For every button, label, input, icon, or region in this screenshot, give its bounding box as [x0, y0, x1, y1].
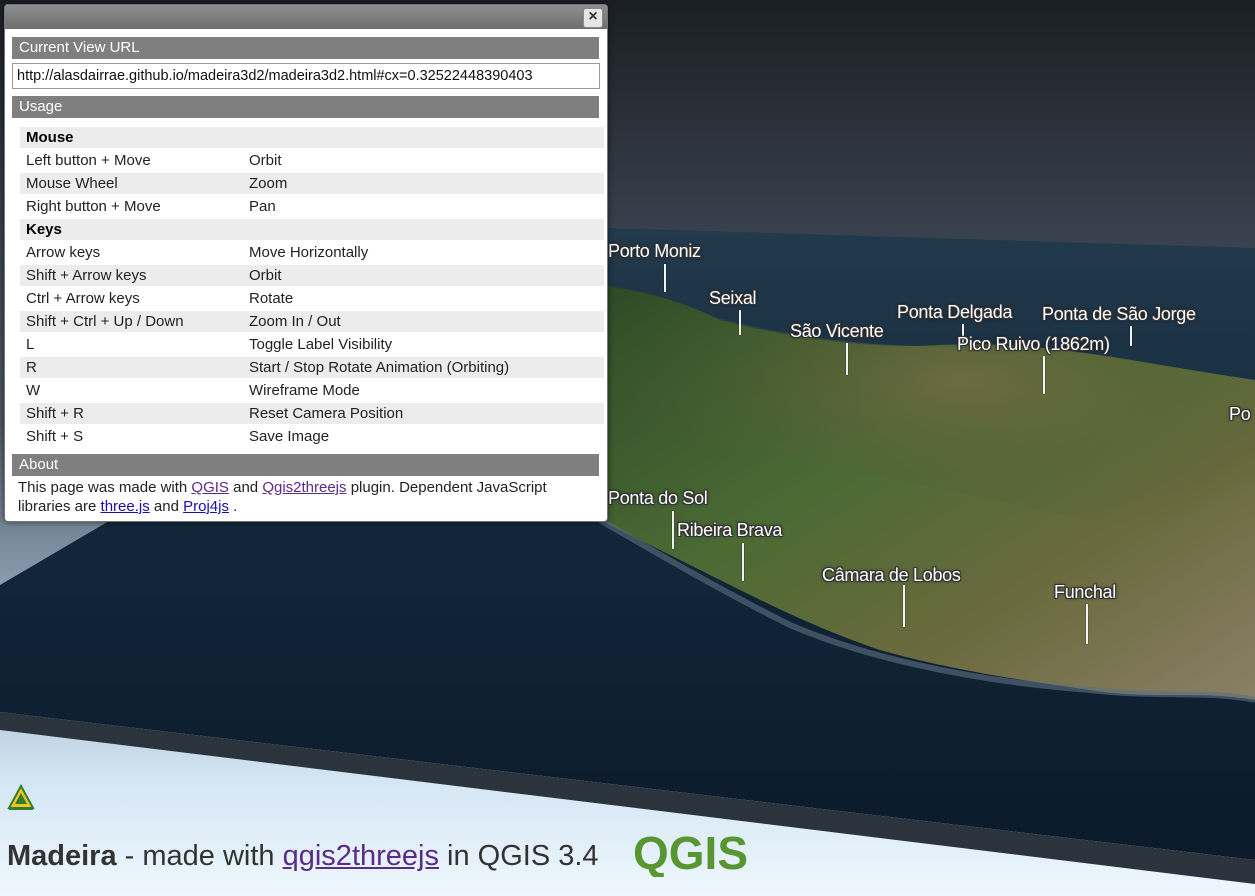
usage-row: Left button + Move Orbit [20, 150, 604, 171]
map-label-camara-de-lobos: Câmara de Lobos [822, 565, 961, 585]
usage-action [243, 127, 604, 148]
usage-action: Zoom In / Out [243, 311, 604, 332]
usage-row: Right button + Move Pan [20, 196, 604, 217]
qgis2threejs-icon[interactable] [7, 784, 35, 812]
map-label-funchal: Funchal [1054, 582, 1116, 602]
qgis-logo-text: QGIS [633, 829, 748, 877]
page-title: Madeira [7, 840, 117, 872]
usage-action: Start / Stop Rotate Animation (Orbiting) [243, 357, 604, 378]
usage-row: Shift + Ctrl + Up / Down Zoom In / Out [20, 311, 604, 332]
usage-row: R Start / Stop Rotate Animation (Orbiting… [20, 357, 604, 378]
map-label-sao-vicente: São Vicente [790, 321, 884, 341]
usage-row: Shift + R Reset Camera Position [20, 403, 604, 424]
label-leader-pico-ruivo [1043, 356, 1045, 394]
usage-control: R [20, 357, 243, 378]
about-text-part: and [228, 479, 263, 496]
usage-control: W [20, 380, 243, 401]
footer-caption: Madeira - made with qgis2threejs in QGIS… [7, 840, 599, 873]
map-label-ponta-delgada: Ponta Delgada [897, 302, 1013, 322]
usage-row: Shift + Arrow keys Orbit [20, 265, 604, 286]
map-label-porto-moniz: Porto Moniz [608, 241, 701, 261]
about-text-part: . [228, 498, 238, 515]
map-label-pico-ruivo: Pico Ruivo (1862m) [957, 334, 1110, 354]
usage-group-header: Keys [20, 219, 604, 240]
map-label-seixal: Seixal [709, 288, 757, 308]
usage-control: Shift + R [20, 403, 243, 424]
usage-control: Right button + Move [20, 196, 243, 217]
qgis2threejs-link[interactable]: Qgis2threejs [262, 479, 346, 496]
current-view-url-field[interactable] [12, 63, 600, 89]
usage-action: Move Horizontally [243, 242, 604, 263]
label-leader-sao-vicente [846, 343, 848, 375]
label-leader-camara-de-lobos [903, 585, 905, 627]
info-popup: × Current View URL Usage MouseLeft butto… [4, 4, 608, 522]
proj4js-link[interactable]: Proj4js [183, 498, 229, 515]
qgis-logo[interactable]: QGIS [633, 829, 758, 877]
qgis2threejs-footer-link[interactable]: qgis2threejs [283, 840, 439, 872]
usage-group-title: Keys [20, 219, 243, 240]
usage-action: Reset Camera Position [243, 403, 604, 424]
section-header-about: About [12, 454, 599, 476]
usage-control: Mouse Wheel [20, 173, 243, 194]
label-leader-porto-moniz [664, 264, 666, 292]
usage-row: Arrow keys Move Horizontally [20, 242, 604, 263]
footer-version-text: in QGIS 3.4 [438, 840, 599, 872]
usage-action: Wireframe Mode [243, 380, 604, 401]
footer-text: - made with [116, 840, 283, 872]
usage-action: Pan [243, 196, 604, 217]
usage-control: Ctrl + Arrow keys [20, 288, 243, 309]
label-leader-seixal [739, 310, 741, 335]
qgis-link[interactable]: QGIS [191, 479, 229, 496]
usage-action: Orbit [243, 265, 604, 286]
usage-action: Orbit [243, 150, 604, 171]
usage-group-title: Mouse [20, 127, 243, 148]
usage-row: Ctrl + Arrow keys Rotate [20, 288, 604, 309]
threejs-link[interactable]: three.js [101, 498, 150, 515]
usage-action: Save Image [243, 426, 604, 447]
about-text-part: and [149, 498, 184, 515]
map-label-ponta-do-sol: Ponta do Sol [608, 488, 708, 508]
close-button[interactable]: × [583, 8, 603, 28]
usage-control: Left button + Move [20, 150, 243, 171]
usage-row: W Wireframe Mode [20, 380, 604, 401]
section-header-current-view-url: Current View URL [12, 37, 599, 59]
usage-control: Shift + Arrow keys [20, 265, 243, 286]
usage-action: Zoom [243, 173, 604, 194]
usage-action: Toggle Label Visibility [243, 334, 604, 355]
usage-row: Shift + S Save Image [20, 426, 604, 447]
label-leader-ponta-sao-jorge [1130, 326, 1132, 346]
usage-action: Rotate [243, 288, 604, 309]
label-leader-funchal [1086, 604, 1088, 644]
usage-row: L Toggle Label Visibility [20, 334, 604, 355]
section-header-usage: Usage [12, 96, 599, 118]
map-label-ponta-sao-jorge: Ponta de São Jorge [1042, 304, 1196, 324]
usage-control: Shift + Ctrl + Up / Down [20, 311, 243, 332]
about-text: This page was made with QGIS and Qgis2th… [18, 478, 603, 516]
usage-control: Arrow keys [20, 242, 243, 263]
usage-control: Shift + S [20, 426, 243, 447]
usage-group-header: Mouse [20, 127, 604, 148]
usage-table: Mouse Left button + Move Orbit Mouse Wheel Z… [20, 125, 604, 449]
map-label-ribeira-brava: Ribeira Brava [677, 520, 783, 540]
usage-control: L [20, 334, 243, 355]
popup-titlebar[interactable]: × [5, 5, 607, 29]
usage-action [243, 219, 604, 240]
label-leader-ponta-do-sol [672, 511, 674, 549]
about-text-part: This page was made with [18, 479, 192, 496]
map-label-po-partial: Po [1229, 404, 1251, 424]
usage-row: Mouse Wheel Zoom [20, 173, 604, 194]
label-leader-ribeira-brava [742, 543, 744, 581]
